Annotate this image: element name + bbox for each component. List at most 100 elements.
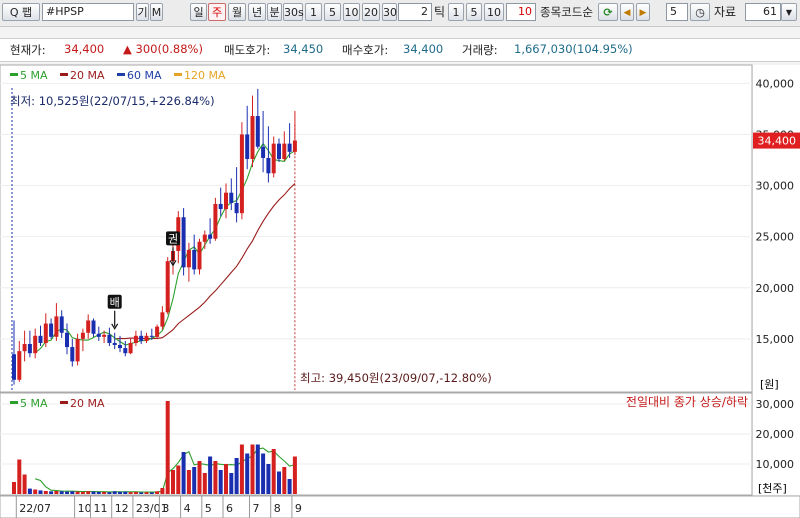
volume-bar <box>155 491 160 494</box>
x-tick-label: 8 <box>274 502 281 515</box>
volume-bar <box>38 490 43 494</box>
volume-bar <box>86 491 91 494</box>
candle-body <box>208 234 213 239</box>
candle-body <box>218 203 223 210</box>
bid-value: 34,400 <box>403 42 444 56</box>
gi-button[interactable]: 기 <box>136 3 149 21</box>
price-panel <box>0 64 753 393</box>
prev-arrow-icon[interactable]: ◀ <box>620 3 634 21</box>
candle-body <box>75 338 80 362</box>
volume-bar <box>70 491 75 494</box>
tick-button-5[interactable]: 5 <box>466 3 482 21</box>
y-tick-label: 40,000 <box>756 77 795 90</box>
volume-bar <box>224 464 228 494</box>
candle-body <box>12 354 16 380</box>
next-arrow-icon[interactable]: ▶ <box>636 3 650 21</box>
period-button-8[interactable]: 10 <box>343 3 360 21</box>
period-button-9[interactable]: 20 <box>362 3 380 21</box>
data-count-select[interactable]: 61 <box>745 3 781 21</box>
candle-body <box>144 335 149 341</box>
y-tick-label: 15,000 <box>756 333 795 346</box>
volume-bar <box>65 491 69 494</box>
stock-chart[interactable]: 40,00035,00030,00025,00020,00015,00030,0… <box>0 60 800 518</box>
volume-bar <box>112 491 117 494</box>
x-tick-label: 6 <box>226 502 233 515</box>
period-button-2[interactable]: 월 <box>228 3 246 21</box>
legend-item: 60 MA <box>127 69 162 82</box>
candle-body <box>54 316 59 337</box>
vol-tick-label: 10,000 <box>756 458 795 471</box>
tick-button-10[interactable]: 10 <box>484 3 504 21</box>
refresh-icon[interactable]: ⟳ <box>598 3 618 21</box>
clock-icon[interactable]: ◷ <box>690 3 710 21</box>
volume-bar <box>49 491 54 494</box>
volume-bar <box>202 473 207 494</box>
volume-legend-swatch <box>60 401 68 404</box>
candle-body <box>155 326 160 337</box>
x-tick-label: 5 <box>205 502 212 515</box>
volume-bar <box>266 464 271 494</box>
x-tick-label: 11 <box>94 502 108 515</box>
dropdown-arrow-icon[interactable]: ▼ <box>781 3 797 21</box>
toolbar: Q 팹 #HPSP 기 M 일 주 월 년 분 30s 1 5 10 20 30 2 틱 1 5 1… <box>0 0 800 27</box>
candle-body <box>149 335 154 337</box>
volume-bar <box>75 491 80 494</box>
y-tick-label: 30,000 <box>756 180 795 193</box>
volume-legend-item: 5 MA <box>20 397 48 410</box>
candle-body <box>27 344 32 354</box>
volume-bar <box>149 492 154 494</box>
x-tick-label: 12 <box>115 502 129 515</box>
volume-bar <box>261 453 266 494</box>
period-button-3[interactable]: 년 <box>248 3 266 21</box>
volume-bar <box>118 491 122 494</box>
symbol-search-button[interactable]: Q 팹 <box>2 3 40 21</box>
x-tick-label: 3 <box>162 502 169 515</box>
tick-value-input[interactable]: 10 <box>506 3 536 21</box>
candle-body <box>139 335 144 341</box>
candle-body <box>96 333 101 337</box>
volume-bar <box>255 444 260 494</box>
tick-label: 틱 <box>434 5 446 19</box>
change-value: ▲ 300(0.88%) <box>123 42 203 56</box>
tick-input[interactable]: 2 <box>398 3 432 21</box>
count-input[interactable]: 5 <box>666 3 688 21</box>
volume-bar <box>229 473 234 494</box>
volume-bar <box>218 470 223 494</box>
tick-button-1[interactable]: 1 <box>448 3 464 21</box>
volume-bar <box>160 488 165 494</box>
m-button[interactable]: M <box>150 3 163 21</box>
volume-bar <box>33 489 38 494</box>
legend-swatch <box>117 73 125 76</box>
volume-bar <box>181 452 186 494</box>
price-value: 34,400 <box>64 42 105 56</box>
current-price-value: 34,400 <box>758 135 797 148</box>
candle-body <box>192 249 197 270</box>
candle-body <box>271 143 276 174</box>
symbol-input[interactable]: #HPSP <box>42 3 134 21</box>
volume-bar <box>171 470 175 494</box>
volume-label: 거래량: <box>462 43 498 57</box>
volume-bar <box>12 482 16 494</box>
candle-body <box>70 347 75 362</box>
volume-bar <box>282 467 287 494</box>
volume-bar <box>139 492 144 494</box>
period-button-7[interactable]: 5 <box>324 3 341 21</box>
legend-swatch <box>60 73 68 76</box>
period-button-6[interactable]: 1 <box>305 3 322 21</box>
volume-bar <box>197 461 202 494</box>
legend-swatch <box>174 73 182 76</box>
volume-bar <box>27 488 32 494</box>
data-label: 자료 <box>714 5 737 19</box>
y-tick-label: 25,000 <box>756 231 795 244</box>
period-button-1[interactable]: 주 <box>208 3 226 21</box>
period-button-4[interactable]: 분 <box>267 3 282 21</box>
volume-bar <box>59 491 64 494</box>
volume-bar <box>213 461 218 494</box>
candle-body <box>277 143 281 159</box>
period-button-5[interactable]: 30s <box>283 3 304 21</box>
period-button-0[interactable]: 일 <box>190 3 207 21</box>
volume-bar <box>176 465 181 494</box>
candle-body <box>102 334 107 337</box>
period-button-10[interactable]: 30 <box>382 3 397 21</box>
volume-unit-label: [천주] <box>758 481 787 495</box>
